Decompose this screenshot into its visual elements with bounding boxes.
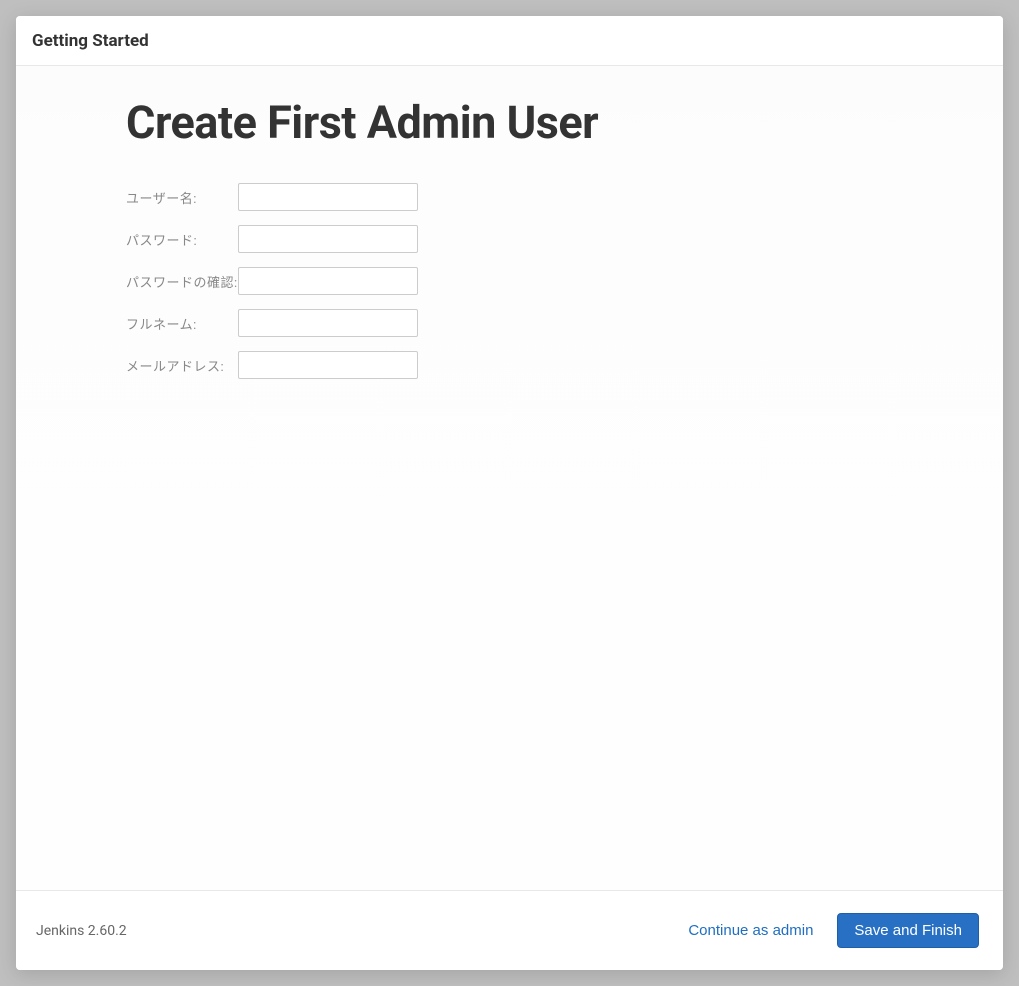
version-label: Jenkins 2.60.2 (36, 923, 127, 939)
password-label: パスワード: (126, 225, 238, 253)
page-title: Create First Admin User (126, 96, 1003, 149)
form-row-username: ユーザー名: (126, 183, 418, 211)
save-and-finish-button[interactable]: Save and Finish (837, 913, 979, 948)
fullname-label: フルネーム: (126, 309, 238, 337)
continue-as-admin-button[interactable]: Continue as admin (678, 914, 823, 947)
password-confirm-input[interactable] (238, 267, 418, 295)
modal-body: Create First Admin User ユーザー名: パスワード: パス… (16, 66, 1003, 890)
admin-user-form: ユーザー名: パスワード: パスワードの確認: フルネーム: メールアドレス: (126, 169, 418, 393)
modal-footer: Jenkins 2.60.2 Continue as admin Save an… (16, 890, 1003, 970)
form-row-email: メールアドレス: (126, 351, 418, 379)
password-input[interactable] (238, 225, 418, 253)
modal-header: Getting Started (16, 16, 1003, 66)
username-input[interactable] (238, 183, 418, 211)
form-row-password: パスワード: (126, 225, 418, 253)
fullname-input[interactable] (238, 309, 418, 337)
modal-title: Getting Started (32, 31, 987, 51)
form-row-fullname: フルネーム: (126, 309, 418, 337)
email-input[interactable] (238, 351, 418, 379)
setup-wizard-modal: Getting Started Create First Admin User … (16, 16, 1003, 970)
email-label: メールアドレス: (126, 351, 238, 379)
password-confirm-label: パスワードの確認: (126, 267, 238, 295)
form-row-password-confirm: パスワードの確認: (126, 267, 418, 295)
username-label: ユーザー名: (126, 183, 238, 211)
